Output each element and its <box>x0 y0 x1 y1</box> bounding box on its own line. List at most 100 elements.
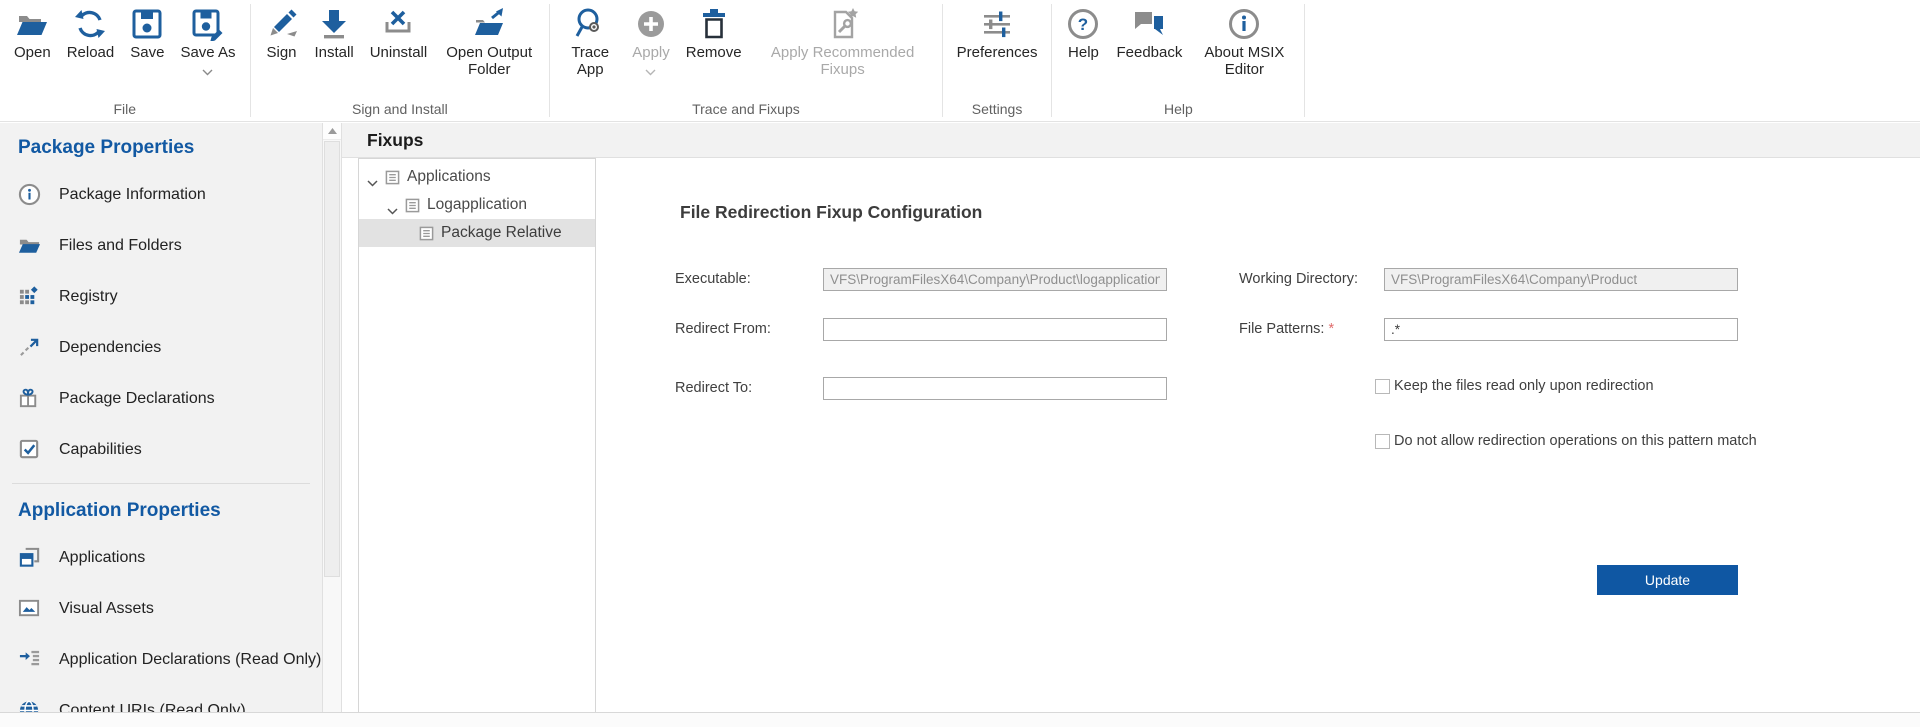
sidebar-item-label: Capabilities <box>59 441 142 459</box>
sidebar-item-package-information[interactable]: Package Information <box>0 169 322 220</box>
image-icon <box>18 597 41 620</box>
ribbon-group-trace-and-fixups-label: Trace and Fixups <box>550 101 941 117</box>
required-asterisk: * <box>1328 321 1334 337</box>
about-info-icon <box>1227 7 1261 41</box>
keep-read-only-checkbox-row: Keep the files read only upon redirectio… <box>1375 378 1654 394</box>
sidebar-item-label: Application Declarations (Read Only) <box>59 651 321 669</box>
help-button[interactable]: ? Help <box>1058 0 1108 61</box>
sidebar-item-label: Files and Folders <box>59 237 182 255</box>
install-arrow-icon <box>317 7 351 41</box>
recommended-fixups-icon <box>826 7 860 41</box>
sidebar-item-registry[interactable]: Registry <box>0 271 322 322</box>
scrollbar-thumb[interactable] <box>324 141 340 577</box>
ribbon-group-file: Open Reload Save Save As File <box>0 0 250 121</box>
keep-read-only-checkbox[interactable] <box>1375 379 1390 394</box>
trace-app-icon <box>573 7 607 41</box>
no-redirection-checkbox-row: Do not allow redirection operations on t… <box>1375 433 1757 449</box>
sidebar-item-package-declarations[interactable]: Package Declarations <box>0 373 322 424</box>
tree-item-applications[interactable]: Applications <box>359 163 595 191</box>
reload-button-label: Reload <box>67 44 115 61</box>
feedback-button[interactable]: Feedback <box>1108 0 1190 61</box>
save-as-button[interactable]: Save As <box>172 0 243 70</box>
tree-item-package-relative[interactable]: Package Relative <box>359 219 595 247</box>
sidebar-item-label: Visual Assets <box>59 600 154 618</box>
help-button-label: Help <box>1068 44 1099 61</box>
chevron-down-icon[interactable] <box>387 202 398 209</box>
about-msix-editor-button[interactable]: About MSIX Editor <box>1190 0 1298 78</box>
ribbon-toolbar: Open Reload Save Save As File <box>0 0 1920 122</box>
redirect-to-input[interactable] <box>823 377 1167 400</box>
save-button[interactable]: Save <box>122 0 172 61</box>
executable-label: Executable: <box>675 271 751 287</box>
save-button-label: Save <box>130 44 164 61</box>
sidebar-item-applications[interactable]: Applications <box>0 532 322 583</box>
folder-icon <box>18 234 41 257</box>
apply-button: Apply <box>624 0 678 70</box>
chevron-down-icon[interactable] <box>367 174 378 181</box>
tree-item-logapplication[interactable]: Logapplication <box>359 191 595 219</box>
install-button-label: Install <box>315 44 354 61</box>
sidebar-item-label: Applications <box>59 549 145 567</box>
remove-button-label: Remove <box>686 44 742 61</box>
page-title: Fixups <box>367 130 423 151</box>
sidebar-item-dependencies[interactable]: Dependencies <box>0 322 322 373</box>
tree-item-label: Logapplication <box>427 196 527 214</box>
feedback-bubble-icon <box>1132 7 1166 41</box>
sign-button-label: Sign <box>266 44 296 61</box>
ribbon-separator <box>1304 4 1305 117</box>
bottom-edge-bar <box>0 712 1920 727</box>
sidebar-item-capabilities[interactable]: Capabilities <box>0 424 322 475</box>
sidebar-item-application-declarations[interactable]: Application Declarations (Read Only) <box>0 634 322 685</box>
apply-plus-icon <box>634 7 668 41</box>
sign-button[interactable]: Sign <box>257 0 307 61</box>
remove-trash-icon <box>697 7 731 41</box>
globe-icon <box>18 699 41 712</box>
update-button[interactable]: Update <box>1597 565 1738 595</box>
preferences-button[interactable]: Preferences <box>949 0 1046 61</box>
uninstall-button-label: Uninstall <box>370 44 428 61</box>
sidebar-item-files-and-folders[interactable]: Files and Folders <box>0 220 322 271</box>
sidebar-item-label: Package Information <box>59 186 206 204</box>
sidebar-item-visual-assets[interactable]: Visual Assets <box>0 583 322 634</box>
about-msix-editor-button-label: About MSIX Editor <box>1198 44 1290 78</box>
navigation-sidebar: Package Properties Package Information F… <box>0 123 322 712</box>
sidebar-item-label: Package Declarations <box>59 390 215 408</box>
tree-item-label: Applications <box>407 168 491 186</box>
ribbon-group-help: ? Help Feedback About MSIX Editor Help <box>1052 0 1304 121</box>
open-output-folder-button-label: Open Output Folder <box>443 44 535 78</box>
help-question-icon: ? <box>1066 7 1100 41</box>
chevron-down-icon <box>645 63 656 70</box>
ribbon-group-trace-and-fixups: Trace App Apply Remove Apply Recommended… <box>550 0 941 121</box>
dependencies-arrow-icon <box>18 336 41 359</box>
open-button[interactable]: Open <box>6 0 59 61</box>
sidebar-item-label: Registry <box>59 288 118 306</box>
install-button[interactable]: Install <box>307 0 362 61</box>
package-properties-heading: Package Properties <box>18 137 322 159</box>
preferences-sliders-icon <box>980 7 1014 41</box>
save-as-icon <box>191 7 225 41</box>
trace-app-button[interactable]: Trace App <box>556 0 624 78</box>
uninstall-button[interactable]: Uninstall <box>362 0 436 61</box>
ribbon-group-file-label: File <box>0 101 250 117</box>
reload-button[interactable]: Reload <box>59 0 123 61</box>
ribbon-group-sign-and-install: Sign Install Uninstall Open Output Folde… <box>251 0 550 121</box>
remove-button[interactable]: Remove <box>678 0 750 61</box>
scrollbar-up-arrow[interactable] <box>323 123 341 140</box>
redirect-from-label: Redirect From: <box>675 321 771 337</box>
save-as-button-label: Save As <box>180 44 235 61</box>
tree-node-icon <box>405 198 420 213</box>
open-button-label: Open <box>14 44 51 61</box>
chevron-down-icon[interactable] <box>202 63 213 70</box>
checkbox-check-icon <box>18 438 41 461</box>
sidebar-item-content-uris[interactable]: Content URIs (Read Only) <box>0 685 322 712</box>
file-patterns-input[interactable] <box>1384 318 1738 341</box>
open-output-folder-button[interactable]: Open Output Folder <box>435 0 543 78</box>
redirect-from-input[interactable] <box>823 318 1167 341</box>
main-content: Fixups Applications Logapplication <box>342 123 1920 712</box>
tree-item-label: Package Relative <box>441 224 562 242</box>
no-redirection-checkbox[interactable] <box>1375 434 1390 449</box>
open-output-folder-icon <box>472 7 506 41</box>
registry-grid-icon <box>18 285 41 308</box>
working-directory-label: Working Directory: <box>1239 271 1358 287</box>
app-windows-icon <box>18 546 41 569</box>
